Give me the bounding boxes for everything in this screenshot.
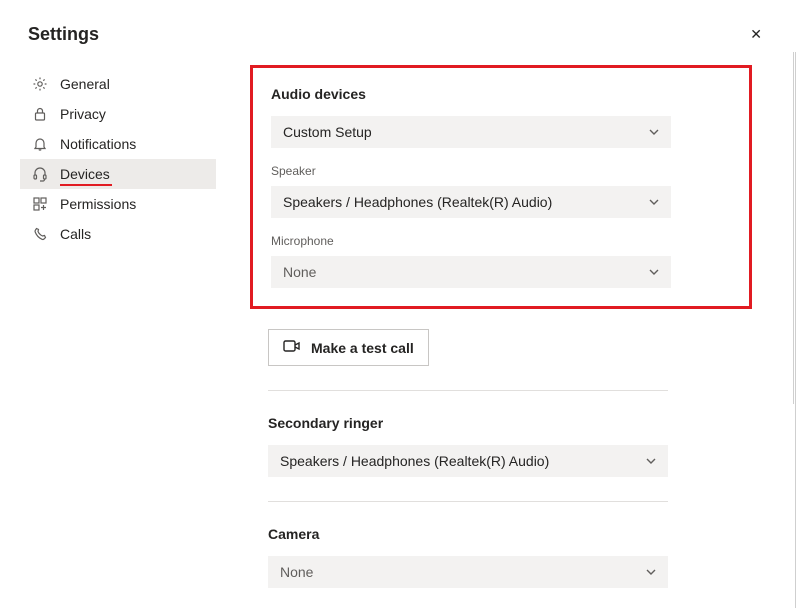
audio-devices-title: Audio devices: [271, 86, 729, 102]
speaker-value: Speakers / Headphones (Realtek(R) Audio): [283, 194, 552, 210]
sidebar-item-label: Privacy: [60, 106, 106, 122]
active-underline: [60, 184, 112, 186]
sidebar-item-calls[interactable]: Calls: [20, 219, 216, 249]
apps-icon: [32, 196, 48, 212]
chevron-down-icon: [647, 195, 661, 209]
speaker-label: Speaker: [271, 164, 729, 178]
sidebar-item-general[interactable]: General: [20, 69, 216, 99]
settings-sidebar: General Privacy Notifications Devices: [20, 57, 216, 588]
sidebar-item-label: Notifications: [60, 136, 136, 152]
chevron-down-icon: [647, 265, 661, 279]
page-title: Settings: [28, 24, 99, 45]
sidebar-item-label: Calls: [60, 226, 91, 242]
sidebar-item-label: General: [60, 76, 110, 92]
window-edge: [793, 52, 794, 404]
close-button[interactable]: ✕: [744, 24, 768, 45]
divider: [268, 501, 668, 502]
divider: [268, 390, 668, 391]
test-call-icon: [283, 338, 301, 357]
sidebar-item-privacy[interactable]: Privacy: [20, 99, 216, 129]
secondary-ringer-title: Secondary ringer: [268, 415, 752, 431]
camera-title: Camera: [268, 526, 752, 542]
camera-value: None: [280, 564, 313, 580]
audio-devices-highlight: Audio devices Custom Setup Speaker Speak…: [250, 65, 752, 309]
chevron-down-icon: [647, 125, 661, 139]
microphone-value: None: [283, 264, 316, 280]
sidebar-item-notifications[interactable]: Notifications: [20, 129, 216, 159]
secondary-ringer-value: Speakers / Headphones (Realtek(R) Audio): [280, 453, 549, 469]
chevron-down-icon: [644, 565, 658, 579]
microphone-label: Microphone: [271, 234, 729, 248]
settings-main: Audio devices Custom Setup Speaker Speak…: [216, 57, 796, 588]
sidebar-item-label: Permissions: [60, 196, 136, 212]
bell-icon: [32, 136, 48, 152]
sidebar-item-permissions[interactable]: Permissions: [20, 189, 216, 219]
sidebar-item-devices[interactable]: Devices: [20, 159, 216, 189]
sidebar-item-label: Devices: [60, 166, 110, 182]
audio-device-value: Custom Setup: [283, 124, 372, 140]
gear-icon: [32, 76, 48, 92]
microphone-select[interactable]: None: [271, 256, 671, 288]
chevron-down-icon: [644, 454, 658, 468]
audio-device-select[interactable]: Custom Setup: [271, 116, 671, 148]
speaker-select[interactable]: Speakers / Headphones (Realtek(R) Audio): [271, 186, 671, 218]
lock-icon: [32, 106, 48, 122]
make-test-call-button[interactable]: Make a test call: [268, 329, 429, 366]
headset-icon: [32, 166, 48, 182]
camera-select[interactable]: None: [268, 556, 668, 588]
phone-icon: [32, 226, 48, 242]
test-call-label: Make a test call: [311, 340, 414, 356]
secondary-ringer-select[interactable]: Speakers / Headphones (Realtek(R) Audio): [268, 445, 668, 477]
